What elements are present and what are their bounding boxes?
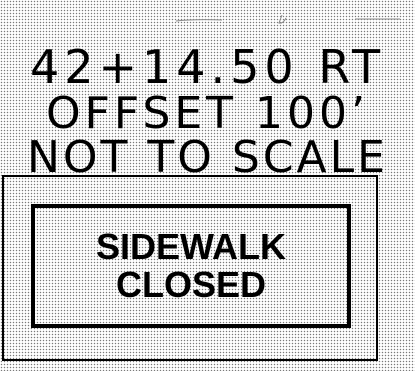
sign-detail-frame: SIDEWALK CLOSED bbox=[2, 175, 378, 361]
faint-scribble-marks bbox=[175, 14, 400, 24]
scale-note: NOT TO SCALE bbox=[27, 132, 388, 183]
sign-text-line-2: CLOSED bbox=[115, 264, 266, 305]
station-label: 42+14.50 RT bbox=[29, 40, 386, 94]
drawing-canvas: 42+14.50 RT OFFSET 100’ NOT TO SCALE SID… bbox=[0, 0, 415, 371]
sign-text-line-1: SIDEWALK bbox=[95, 226, 286, 268]
sign-panel: SIDEWALK CLOSED bbox=[31, 204, 351, 328]
offset-label: OFFSET 100’ bbox=[45, 88, 370, 139]
